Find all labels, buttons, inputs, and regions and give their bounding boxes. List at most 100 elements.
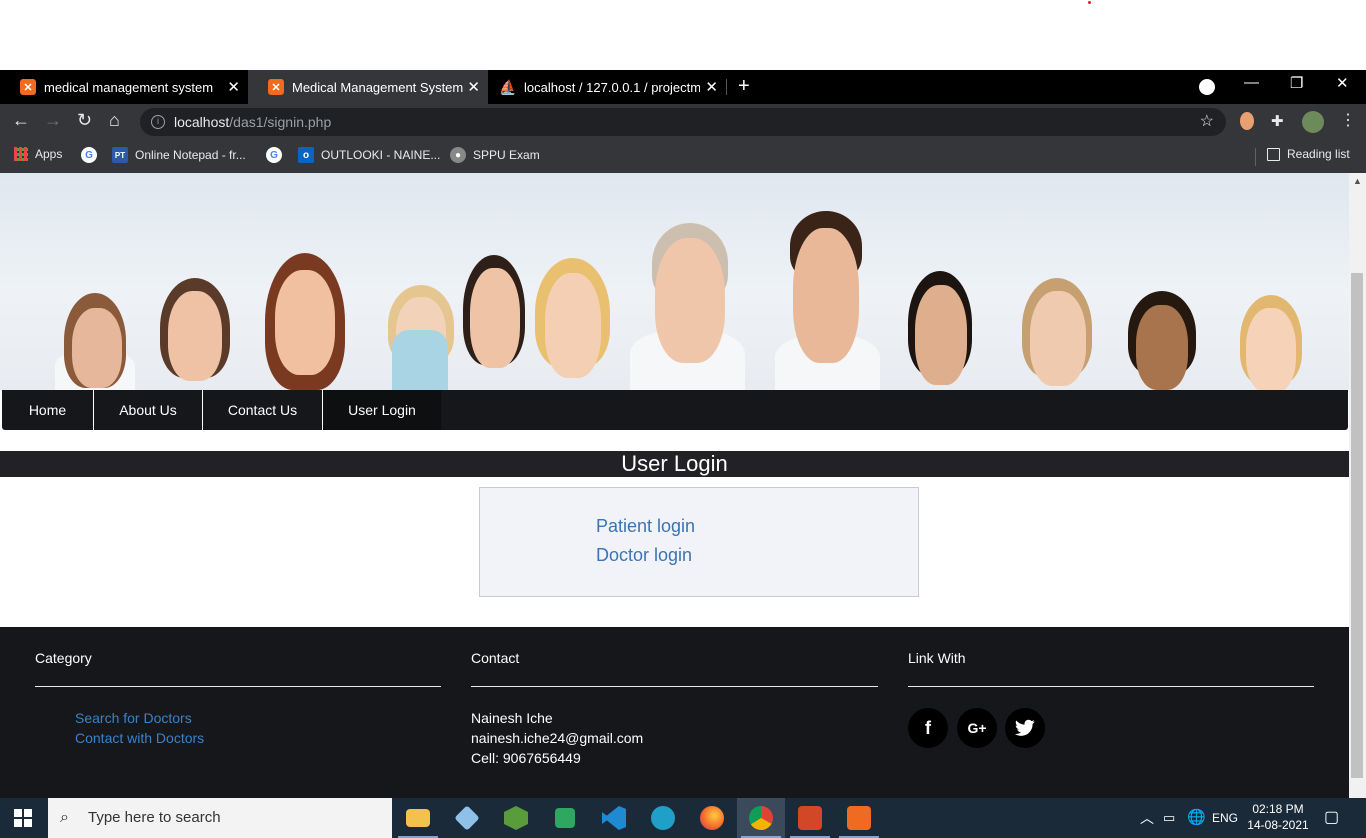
reading-list-label: Reading list (1287, 147, 1350, 161)
taskbar-search-input[interactable]: ⌕ Type here to search (48, 798, 392, 838)
menu-kebab-icon[interactable]: ⋮ (1340, 110, 1356, 130)
system-clock[interactable]: 02:18 PM 14-08-2021 (1244, 801, 1312, 833)
tab-separator (726, 79, 727, 95)
search-placeholder: Type here to search (88, 809, 221, 826)
bookmarks-separator (1255, 148, 1256, 166)
contact-doctors-link[interactable]: Contact with Doctors (75, 730, 204, 746)
browser-toolbar: ← → ↻ ⌂ i localhost/das1/signin.php ☆ ✚ … (0, 104, 1366, 140)
google-plus-icon[interactable]: G+ (957, 708, 997, 748)
url-host: localhost (174, 114, 230, 130)
bookmark-google[interactable]: G (81, 147, 104, 163)
site-info-icon[interactable]: i (151, 115, 165, 129)
facebook-icon[interactable]: f (908, 708, 948, 748)
person-shape (1136, 305, 1188, 390)
home-icon[interactable]: ⌂ (109, 110, 120, 131)
contact-email: nainesh.iche24@gmail.com (471, 730, 644, 746)
powerpoint-icon[interactable] (786, 798, 834, 838)
new-tab-icon[interactable]: + (738, 75, 750, 98)
twitter-icon[interactable] (1005, 708, 1045, 748)
bookmark-google-2[interactable]: G (266, 147, 289, 163)
chrome-glyph (749, 806, 773, 830)
divider (908, 686, 1314, 687)
red-dot (1088, 1, 1091, 4)
patient-login-link[interactable]: Patient login (596, 516, 695, 537)
scroll-up-icon[interactable]: ▲ (1353, 176, 1362, 186)
tab-search-icon[interactable] (1199, 79, 1215, 95)
cube-glyph (454, 805, 480, 831)
chrome-icon[interactable] (737, 798, 785, 838)
language-indicator[interactable]: ENG (1212, 798, 1238, 838)
snipping-tool-icon[interactable] (541, 798, 589, 838)
vscode-icon[interactable] (590, 798, 638, 838)
url-path: /das1/signin.php (229, 114, 332, 130)
bookmark-label: Online Notepad - fr... (135, 148, 246, 162)
extensions-puzzle-icon[interactable]: ✚ (1271, 112, 1284, 130)
file-explorer-icon[interactable] (394, 798, 442, 838)
battery-icon[interactable]: ▭ (1163, 798, 1175, 838)
divider (471, 686, 878, 687)
bookmark-label: SPPU Exam (473, 148, 540, 162)
minimize-icon[interactable]: — (1244, 74, 1259, 91)
divider (35, 686, 441, 687)
edge-glyph (651, 806, 675, 830)
network-globe-icon[interactable]: 🌐 (1187, 798, 1206, 838)
reading-list-button[interactable]: Reading list (1267, 147, 1350, 161)
windows-start-icon[interactable] (14, 809, 32, 827)
person-shape (1030, 291, 1086, 386)
page-scrollbar[interactable]: ▲ (1349, 173, 1366, 798)
google-icon: G (81, 147, 97, 163)
footer-contact-title: Contact (471, 650, 520, 666)
bookmarks-bar: Apps G PT Online Notepad - fr... G o OUT… (0, 140, 1366, 173)
person-shape (1246, 308, 1296, 390)
nav-contact-us[interactable]: Contact Us (203, 390, 323, 430)
xampp-taskbar-icon[interactable] (835, 798, 883, 838)
nav-about-us[interactable]: About Us (94, 390, 203, 430)
address-bar[interactable]: i localhost/das1/signin.php ☆ (140, 108, 1226, 136)
bookmark-star-icon[interactable]: ☆ (1200, 108, 1214, 136)
doctor-login-link[interactable]: Doctor login (596, 545, 692, 566)
tab-phpmyadmin[interactable]: ⛵ localhost / 127.0.0.1 / projectmm ✕ (488, 70, 726, 104)
reload-icon[interactable]: ↻ (77, 110, 92, 131)
sppu-icon: ● (450, 147, 466, 163)
close-tab-icon[interactable]: ✕ (705, 78, 718, 96)
bookmark-sppu-exam[interactable]: ● SPPU Exam (450, 147, 540, 163)
window-close-icon[interactable]: ✕ (1336, 74, 1349, 92)
search-doctors-link[interactable]: Search for Doctors (75, 710, 192, 726)
page-title: User Login (0, 451, 1349, 477)
tray-chevron-icon[interactable]: ︿ (1140, 798, 1154, 838)
bookmark-apps[interactable]: Apps (14, 147, 62, 161)
forward-icon[interactable]: → (44, 110, 62, 131)
reading-list-icon (1267, 147, 1280, 161)
bookmark-outlook[interactable]: o OUTLOOKI - NAINE... (298, 147, 440, 163)
footer-link-with-title: Link With (908, 650, 966, 666)
phpmyadmin-icon: ⛵ (499, 78, 517, 95)
search-icon: ⌕ (60, 809, 69, 826)
notifications-icon[interactable]: ▢ (1324, 798, 1339, 838)
snip-glyph (555, 808, 575, 828)
tab-medical-management-system[interactable]: ✕ medical management system ✕ (0, 70, 248, 104)
contact-cell: Cell: 9067656449 (471, 750, 581, 766)
bookmark-label: Apps (35, 147, 63, 161)
desktop-blank-area (0, 0, 1366, 70)
back-icon[interactable]: ← (12, 110, 30, 131)
pt-icon: PT (112, 147, 128, 163)
close-tab-icon[interactable]: ✕ (467, 78, 480, 96)
tab-medical-management-system-active[interactable]: ✕ Medical Management System ✕ (248, 70, 488, 104)
nodejs-icon[interactable] (492, 798, 540, 838)
bookmark-online-notepad[interactable]: PT Online Notepad - fr... (112, 147, 246, 163)
3d-viewer-icon[interactable] (443, 798, 491, 838)
person-shape (915, 285, 967, 385)
nav-home[interactable]: Home (2, 390, 94, 430)
bookmark-label: OUTLOOKI - NAINE... (321, 148, 441, 162)
restore-icon[interactable]: ❐ (1290, 74, 1303, 92)
apps-grid-icon (14, 147, 28, 161)
edge-icon[interactable] (639, 798, 687, 838)
person-shape (72, 308, 122, 388)
firefox-icon[interactable] (688, 798, 736, 838)
nav-user-login[interactable]: User Login (323, 390, 441, 430)
browser-tab-strip: ✕ medical management system ✕ ✕ Medical … (0, 70, 1366, 104)
close-tab-icon[interactable]: ✕ (227, 78, 240, 96)
scrollbar-thumb[interactable] (1351, 273, 1363, 778)
extension-icon[interactable] (1240, 112, 1254, 130)
profile-avatar-icon[interactable] (1302, 111, 1324, 133)
